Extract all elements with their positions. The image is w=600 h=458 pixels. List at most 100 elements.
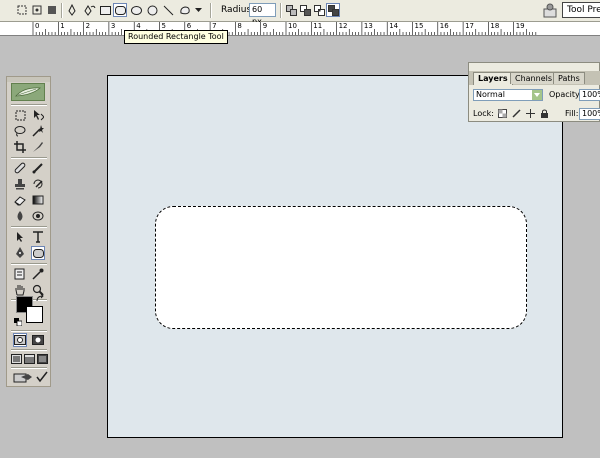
magic-wand-icon[interactable] — [31, 124, 45, 138]
options-bar: Radius: 60 px Tool Pres — [0, 0, 600, 26]
opacity-field[interactable]: 100% — [579, 89, 600, 101]
opacity-label: Opacity: — [549, 90, 582, 99]
blend-mode-select[interactable]: Normal — [473, 89, 543, 101]
gradient-icon[interactable] — [31, 193, 45, 207]
ruler-number: 18 — [490, 22, 500, 30]
blend-mode-value: Normal — [476, 90, 505, 99]
custom-shape-icon[interactable] — [178, 3, 192, 17]
ruler-number: 7 — [212, 22, 217, 30]
ruler-number: 5 — [161, 22, 166, 30]
healing-brush-icon[interactable] — [13, 161, 27, 175]
screen-mode-full-menu-icon[interactable] — [23, 352, 35, 366]
tooltip: Rounded Rectangle Tool — [124, 30, 228, 44]
exclude-icon[interactable] — [326, 3, 340, 17]
ruler-number: 16 — [439, 22, 449, 30]
ruler-number: 10 — [288, 22, 297, 30]
crop-icon[interactable] — [13, 140, 27, 154]
line-icon[interactable] — [161, 3, 175, 17]
lock-position-icon[interactable] — [525, 108, 536, 119]
dodge-icon[interactable] — [31, 209, 45, 223]
rounded-rectangle-icon[interactable] — [113, 3, 127, 17]
standard-mode-icon[interactable] — [13, 333, 27, 347]
rounded-rectangle-icon[interactable] — [31, 246, 45, 260]
jump-to-imageready-icon[interactable] — [13, 370, 33, 384]
layers-panel-tabs: Layers Channels Paths — [469, 71, 600, 85]
type-icon[interactable] — [31, 230, 45, 244]
fill-label: Fill: — [565, 109, 579, 118]
ruler-number: 8 — [237, 22, 242, 30]
separator — [61, 3, 63, 18]
background-color-swatch[interactable] — [26, 306, 43, 323]
lock-image-icon[interactable] — [511, 108, 522, 119]
separator — [11, 263, 47, 265]
separator — [11, 349, 47, 351]
hand-icon[interactable] — [13, 283, 27, 297]
tab-paths[interactable]: Paths — [553, 72, 585, 84]
quick-mask-icon[interactable] — [31, 333, 45, 347]
layers-panel: Layers Channels Paths Normal Opacity: 10… — [468, 62, 600, 122]
pen-icon[interactable] — [65, 3, 79, 17]
fill-pixels-icon[interactable] — [45, 3, 59, 17]
ellipse-icon[interactable] — [129, 3, 143, 17]
tab-channels[interactable]: Channels — [510, 72, 558, 84]
brush-icon[interactable] — [31, 161, 45, 175]
feather-logo-icon[interactable] — [11, 83, 45, 101]
separator — [11, 157, 47, 159]
tool-presets-tab[interactable]: Tool Pres — [562, 2, 600, 18]
ruler-number: 4 — [136, 22, 141, 30]
marquee-icon[interactable] — [13, 108, 27, 122]
chevron-down-icon[interactable] — [532, 90, 542, 100]
rect-shape-icon[interactable] — [15, 3, 29, 17]
ruler-number: 2 — [85, 22, 91, 30]
toolbox — [6, 76, 51, 387]
eyedropper-icon[interactable] — [31, 267, 45, 281]
blur-icon[interactable] — [13, 209, 27, 223]
ruler-number: 1 — [60, 22, 65, 30]
intersect-icon[interactable] — [312, 3, 326, 17]
subtract-icon[interactable] — [298, 3, 312, 17]
palette-well-icon[interactable] — [541, 2, 558, 19]
ruler-number: 0 — [35, 22, 40, 30]
ruler-number: 9 — [262, 22, 268, 30]
horizontal-ruler: 0 1 2 3 4 5 6 7 8 9 10 11 12 13 14 15 16 17 18 19 — [0, 22, 600, 36]
separator — [11, 367, 47, 369]
radius-input[interactable]: 60 px — [249, 3, 276, 26]
screen-mode-standard-icon[interactable] — [10, 352, 22, 366]
lock-transparent-icon[interactable] — [497, 108, 508, 119]
lock-label: Lock: — [473, 109, 494, 118]
separator — [11, 330, 47, 332]
notes-icon[interactable] — [13, 267, 27, 281]
pen-icon[interactable] — [13, 246, 27, 260]
fill-field[interactable]: 100% — [579, 108, 600, 120]
add-icon[interactable] — [284, 3, 298, 17]
ruler-number: 11 — [313, 22, 323, 30]
swap-colors-icon[interactable] — [35, 293, 45, 303]
lasso-icon[interactable] — [13, 124, 27, 138]
separator — [11, 104, 47, 106]
eraser-icon[interactable] — [13, 193, 27, 207]
rounded-rectangle-selection[interactable] — [155, 206, 527, 329]
ruler-number: 13 — [363, 22, 373, 30]
lock-all-icon[interactable] — [539, 108, 550, 119]
tab-layers[interactable]: Layers — [473, 72, 513, 85]
ruler-number: 19 — [515, 22, 525, 30]
dropdown-arrow-icon[interactable] — [193, 3, 203, 17]
default-colors-icon[interactable] — [13, 317, 22, 326]
path-selection-icon[interactable] — [13, 230, 27, 244]
separator — [11, 226, 47, 228]
freeform-pen-icon[interactable] — [83, 3, 97, 17]
ruler-number: 3 — [110, 22, 116, 30]
ruler-number: 6 — [186, 22, 192, 30]
rectangle-icon[interactable] — [98, 3, 112, 17]
slice-icon[interactable] — [31, 140, 45, 154]
clone-stamp-icon[interactable] — [13, 177, 27, 191]
checkmark-icon[interactable] — [35, 370, 49, 384]
history-brush-icon[interactable] — [31, 177, 45, 191]
polygon-icon[interactable] — [145, 3, 159, 17]
path-icon[interactable] — [30, 3, 44, 17]
toolbox-grip[interactable] — [7, 77, 50, 82]
separator — [280, 3, 282, 18]
screen-mode-full-icon[interactable] — [36, 352, 48, 366]
ruler-number: 17 — [465, 22, 475, 30]
move-icon[interactable] — [31, 108, 45, 122]
